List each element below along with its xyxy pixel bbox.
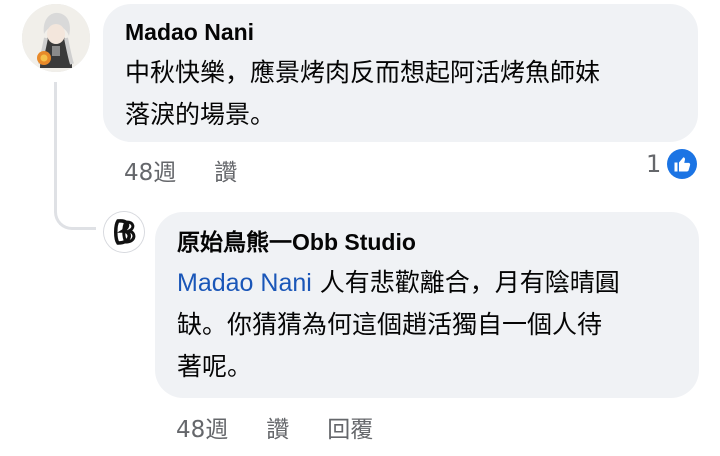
reply-text-line-2: 缺。你猜猜為何這個趙活獨自一個人待 <box>177 310 603 339</box>
obb-studio-logo-icon <box>104 212 144 252</box>
reply-text-line-3: 著呢。 <box>177 352 253 381</box>
comment-text-line-2: 落淚的場景。 <box>125 100 276 129</box>
commenter-avatar[interactable] <box>22 4 90 72</box>
comment-text-line-1: 中秋快樂，應景烤肉反而想起阿活烤魚師妹 <box>125 58 601 87</box>
comment-author-name[interactable]: Madao Nani <box>125 18 676 46</box>
anime-character-avatar-icon <box>22 4 90 72</box>
comment-text: 中秋快樂，應景烤肉反而想起阿活烤魚師妹 落淚的場景。 <box>125 52 676 136</box>
reply-author-name[interactable]: 原始鳥熊一Obb Studio <box>177 228 677 256</box>
reply-actions: 48週 讚 回覆 <box>176 415 373 445</box>
thumbs-up-icon <box>667 149 698 179</box>
reply-text-line-1: 人有悲歡離合，月有陰晴圓 <box>311 268 620 297</box>
comment-thread: Madao Nani 中秋快樂，應景烤肉反而想起阿活烤魚師妹 落淚的場景。 48… <box>0 0 720 456</box>
comment-bubble: Madao Nani 中秋快樂，應景烤肉反而想起阿活烤魚師妹 落淚的場景。 <box>103 4 698 142</box>
reply-like-button[interactable]: 讚 <box>266 415 289 445</box>
comment-timestamp[interactable]: 48週 <box>124 158 176 188</box>
comment-like-button[interactable]: 讚 <box>214 158 237 188</box>
reply-timestamp[interactable]: 48週 <box>176 415 228 445</box>
reply-text: Madao Nani 人有悲歡離合，月有陰晴圓 缺。你猜猜為何這個趙活獨自一個人… <box>177 262 677 388</box>
reply-author-avatar[interactable] <box>104 212 144 252</box>
reply-mention-link[interactable]: Madao Nani <box>177 269 312 297</box>
reply-bubble: 原始鳥熊一Obb Studio Madao Nani 人有悲歡離合，月有陰晴圓 … <box>155 212 699 398</box>
thread-connector-line <box>54 82 96 230</box>
comment-actions: 48週 讚 <box>124 158 237 188</box>
reaction-count: 1 <box>646 150 662 178</box>
reply-reply-button[interactable]: 回覆 <box>327 415 373 445</box>
reaction-summary[interactable]: 1 <box>646 149 698 179</box>
